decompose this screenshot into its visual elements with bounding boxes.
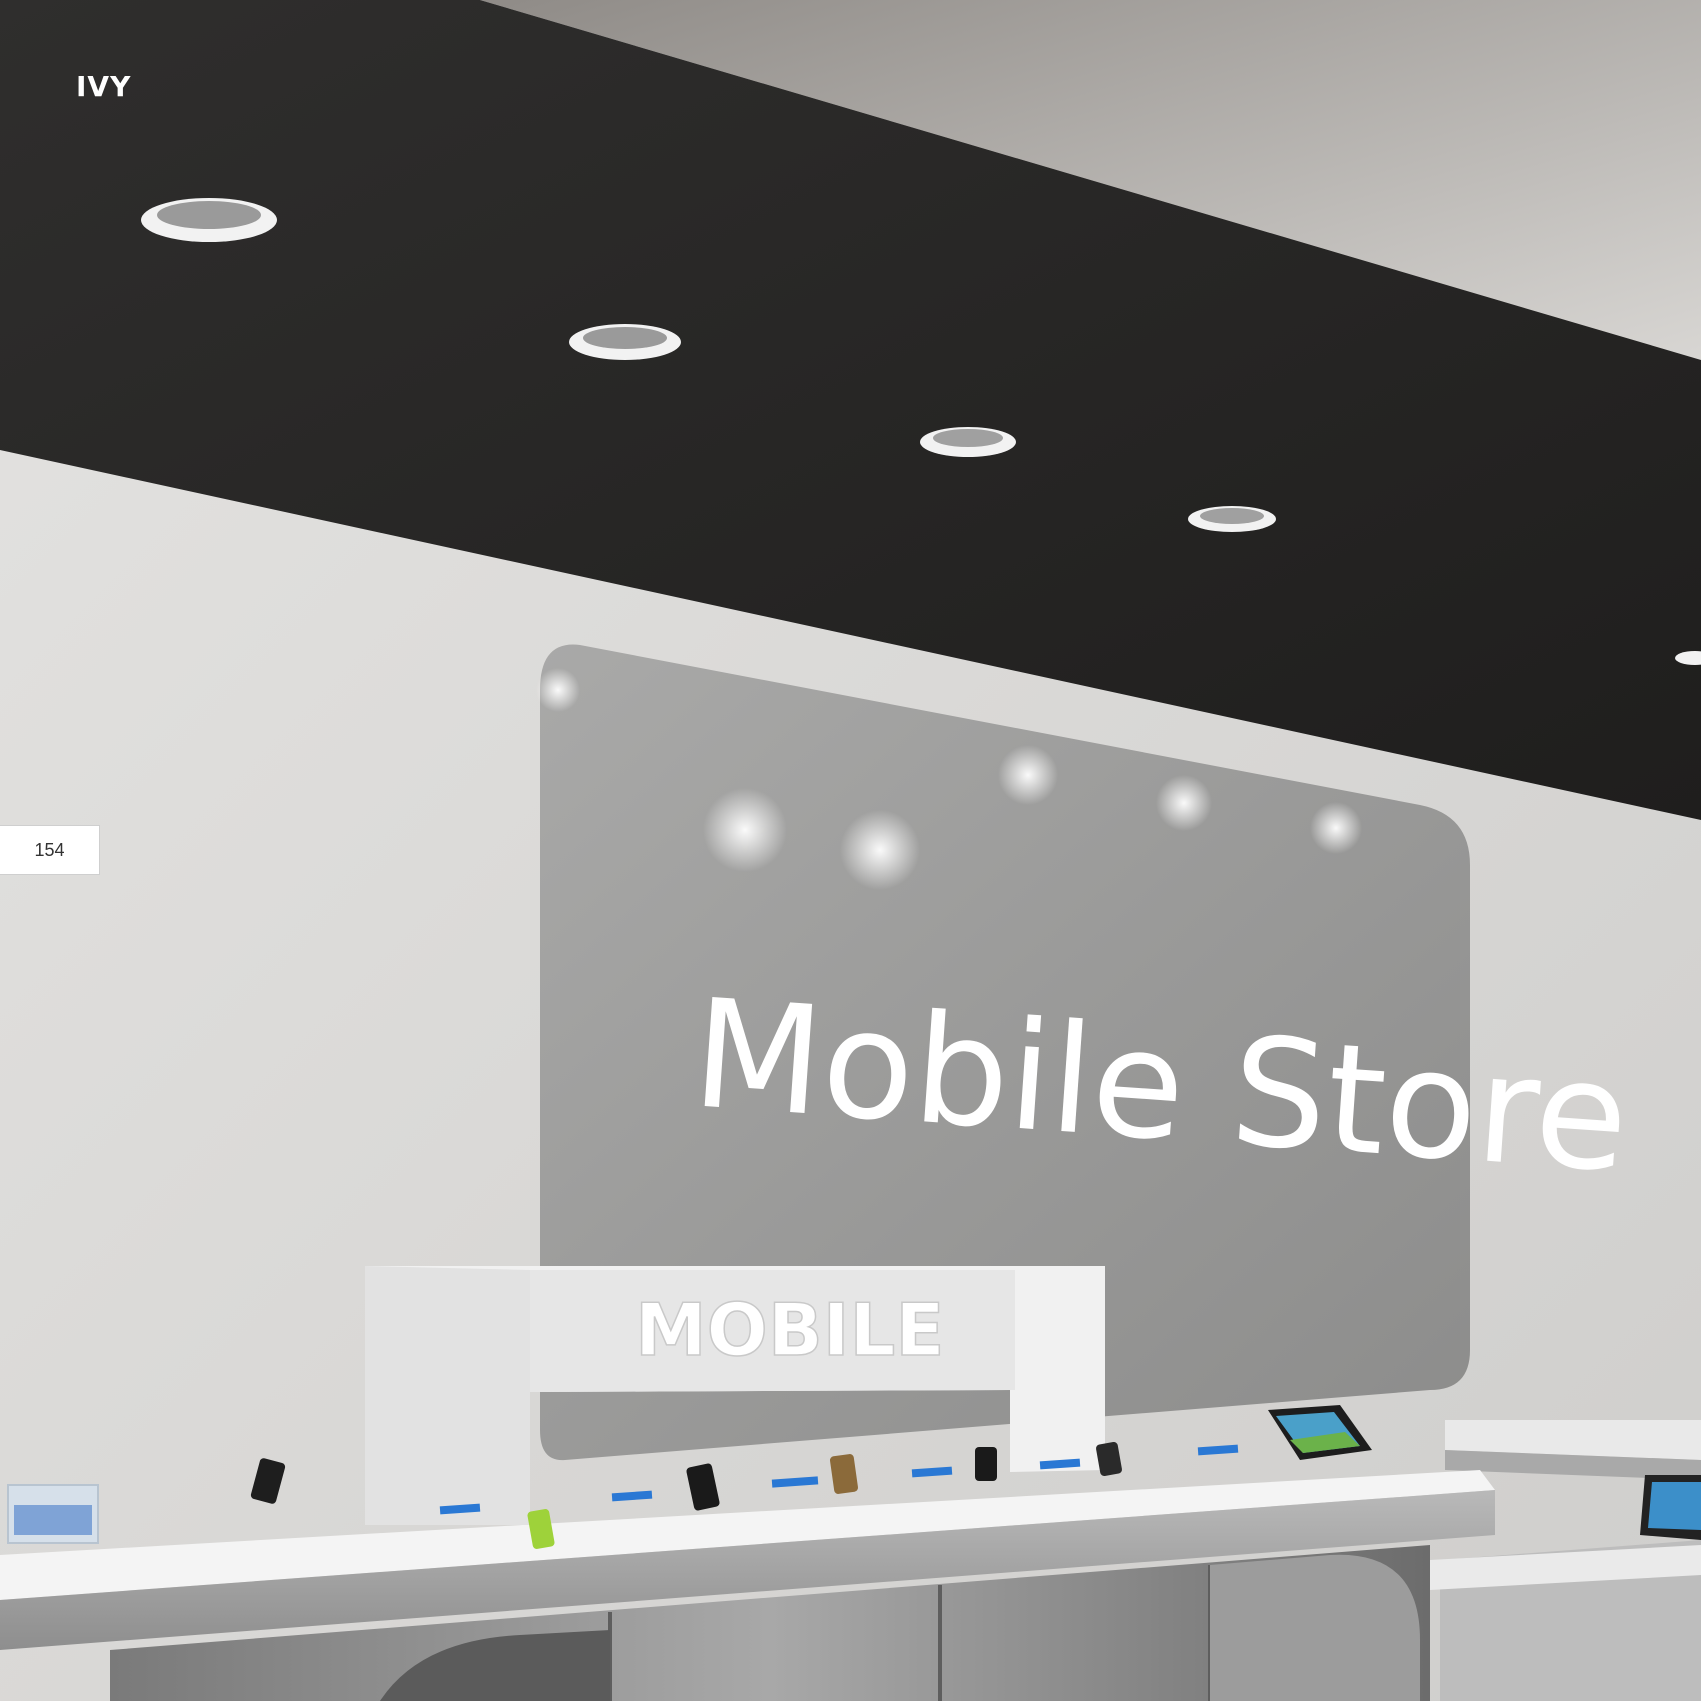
page-number: 154 (0, 825, 100, 875)
side-counter (1430, 1420, 1701, 1701)
store-photo: Mobile Store MOBILE (0, 0, 1701, 1701)
tablet-display-right (1640, 1475, 1701, 1540)
counter-sign-text: MOBILE (635, 1288, 945, 1372)
brand-logo: IVY (76, 70, 132, 103)
